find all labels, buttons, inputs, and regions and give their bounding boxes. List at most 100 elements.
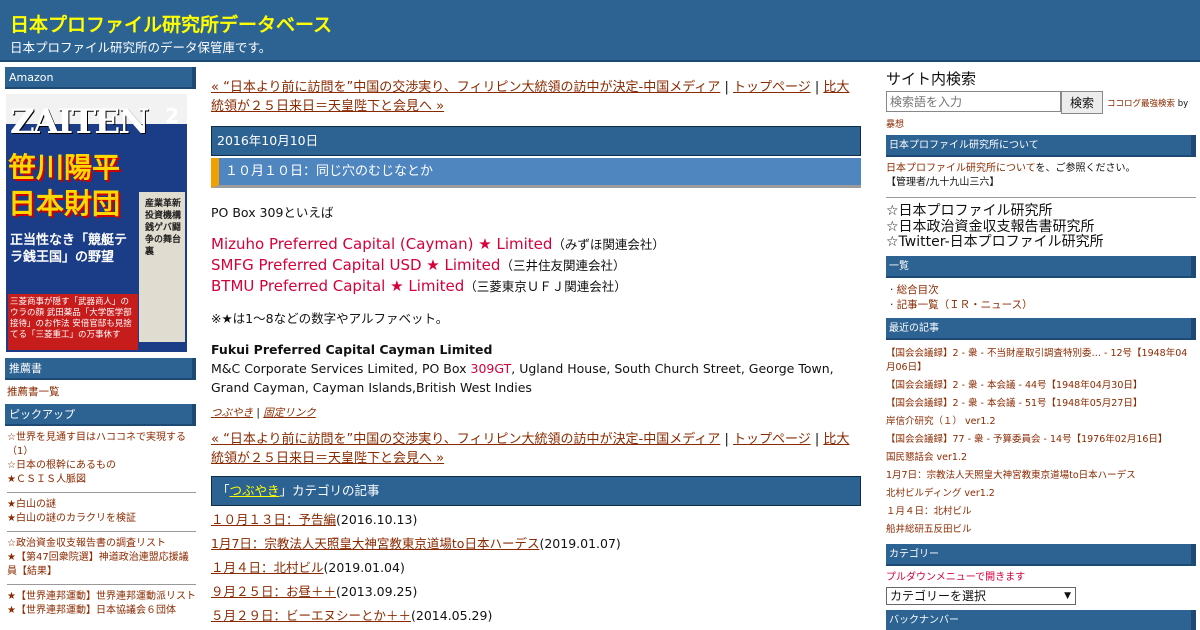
nav-separator: | bbox=[810, 432, 824, 447]
pickup-item: ★【第47回衆院選】神道政治連盟応援議員【結果】 bbox=[7, 551, 196, 579]
entry-title: １０月１０日：同じ穴のむじなとか bbox=[211, 158, 861, 188]
search-button[interactable]: 検索 bbox=[1061, 91, 1103, 114]
category-article-link[interactable]: 1月7日：宗教法人天照皇大神宮教東京道場to日本ハーデス bbox=[211, 536, 539, 551]
nav-separator: | bbox=[720, 432, 733, 447]
category-article-link[interactable]: １月４日：北村ビル bbox=[211, 560, 324, 575]
list-heading: 一覧 bbox=[886, 255, 1196, 278]
magazine-side-text: 産業革新投資機構 銭ゲバ闘争の舞台裏 bbox=[145, 199, 182, 257]
top-page-link[interactable]: トップページ bbox=[733, 80, 811, 95]
bullet: · bbox=[890, 298, 897, 311]
about-text: 日本プロファイル研究所についてを、ご参照ください。 bbox=[886, 162, 1196, 176]
pickup-list: ☆世界を見通す目はハココネで実現する（1） ☆日本の根幹にあるもの ★ＣＳＩＳ人脈図… bbox=[5, 431, 196, 618]
company-line: BTMU Preferred Capital ★ Limited（三菱東京ＵＦＪ… bbox=[211, 276, 861, 297]
recent-article-link[interactable]: 船井総研五反田ビル bbox=[886, 521, 1196, 539]
index-list: · 総合目次 · 記事一覧（ＩＲ・ニュース） bbox=[886, 283, 1196, 313]
category-article-link[interactable]: ５月２９日：ビーエヌシーとか＋＋ bbox=[211, 608, 411, 623]
magazine-cover-image[interactable]: ZAITEN 2 笹川陽平 日本財団 正当性なき「競艇テラ銭王国」の野望 産業革… bbox=[6, 94, 187, 352]
recent-articles: 【国会会議録】2 - 衆 - 不当財産取引調査特別委… - 12号【1948年0… bbox=[886, 345, 1196, 539]
category-article-link[interactable]: ９月２５日：お昼＋＋ bbox=[211, 584, 336, 599]
divider bbox=[7, 584, 196, 585]
recommend-heading: 推薦書 bbox=[5, 358, 196, 380]
top-page-link[interactable]: トップページ bbox=[733, 432, 811, 447]
pickup-link[interactable]: ★【世界連邦運動】世界連邦運動派リスト bbox=[7, 591, 196, 602]
recent-article-link[interactable]: 【国会会議録】2 - 衆 - 本会議 - 44号【1948年04月30日】 bbox=[886, 377, 1196, 395]
company-line-name: BTMU Preferred Capital ★ Limited bbox=[211, 277, 465, 295]
company-address: M&C Corporate Services Limited, PO Box 3… bbox=[211, 359, 861, 397]
recommend-list-link[interactable]: 推薦書一覧 bbox=[7, 385, 196, 399]
main-content: « “日本より前に訪問を”中国の交渉実り、フィリピン大統領の訪中が決定-中国メデ… bbox=[211, 78, 861, 628]
external-link[interactable]: ☆日本政治資金収支報告書研究所 bbox=[886, 219, 1095, 235]
permalink[interactable]: 固定リンク bbox=[263, 407, 316, 419]
backnumber-heading: バックナンバー bbox=[886, 609, 1196, 630]
address-highlight: 309GT bbox=[470, 361, 512, 376]
pickup-item: ★白山の謎のカラクリを検証 bbox=[7, 512, 196, 526]
list-item: １０月１３日：予告編(2016.10.13) bbox=[211, 508, 861, 532]
external-links: ☆日本プロファイル研究所 ☆日本政治資金収支報告書研究所 ☆Twitter-日本プロ… bbox=[886, 203, 1196, 251]
recent-article-link[interactable]: 【国会会議録】77 - 衆 - 予算委員会 - 14号【1976年02月16日】 bbox=[886, 431, 1196, 449]
recent-article-link[interactable]: 【国会会議録】2 - 衆 - 本会議 - 51号【1948年05月27日】 bbox=[886, 395, 1196, 413]
recent-article-link[interactable]: 国民懇話会 ver1.2 bbox=[886, 449, 1196, 467]
site-description: 日本プロファイル研究所のデータ保管庫です。 bbox=[10, 40, 272, 55]
bullet: · bbox=[890, 283, 897, 296]
pickup-link[interactable]: ★【世界連邦運動】日本協議会６団体 bbox=[7, 605, 176, 616]
nav-separator: | bbox=[720, 80, 733, 95]
index-link[interactable]: 記事一覧（ＩＲ・ニュース） bbox=[897, 299, 1033, 311]
search-provider-link[interactable]: ココログ最強検索 bbox=[1107, 99, 1175, 109]
category-select[interactable]: カテゴリーを選択 ▼ bbox=[886, 586, 1076, 605]
external-link-item: ☆日本プロファイル研究所 bbox=[886, 203, 1196, 220]
pickup-link[interactable]: ☆日本の根幹にあるもの bbox=[7, 460, 116, 471]
site-title[interactable]: 日本プロファイル研究所データベース bbox=[10, 10, 332, 37]
category-article-link[interactable]: １０月１３日：予告編 bbox=[211, 512, 336, 527]
external-link-item: ☆日本政治資金収支報告書研究所 bbox=[886, 219, 1196, 236]
category-bar-prefix: 「 bbox=[217, 483, 230, 498]
recent-article-link[interactable]: 【国会会議録】2 - 衆 - 不当財産取引調査特別委… - 12号【1948年0… bbox=[886, 345, 1196, 377]
category-article-date: (2019.01.04) bbox=[323, 560, 405, 575]
company-line: Mizuho Preferred Capital (Cayman) ★ Limi… bbox=[211, 234, 861, 255]
nav-separator: | bbox=[810, 80, 824, 95]
recent-article-link[interactable]: 1月7日：宗教法人天照皇大神宮教東京道場to日本ハーデス bbox=[886, 467, 1196, 485]
search-input[interactable] bbox=[886, 91, 1061, 112]
recent-article-link[interactable]: 北村ビルディング ver1.2 bbox=[886, 485, 1196, 503]
category-bar-suffix: 」カテゴリの記事 bbox=[279, 483, 380, 498]
category-select-value: カテゴリーを選択 bbox=[890, 588, 987, 603]
index-link[interactable]: 総合目次 bbox=[897, 284, 939, 296]
category-article-list: １０月１３日：予告編(2016.10.13) 1月7日：宗教法人天照皇大神宮教東京… bbox=[211, 508, 861, 628]
company-name: Fukui Preferred Capital Cayman Limited bbox=[211, 342, 493, 357]
category-bar-link[interactable]: つぶやき bbox=[230, 483, 280, 498]
divider bbox=[886, 197, 1196, 198]
search-form: 検索 ココログ最強検索 by bbox=[886, 91, 1196, 115]
entry-category-link[interactable]: つぶやき bbox=[211, 407, 253, 419]
pickup-link[interactable]: ★白山の謎のカラクリを検証 bbox=[7, 513, 136, 524]
external-link[interactable]: ☆Twitter-日本プロファイル研究所 bbox=[886, 234, 1104, 250]
pickup-link[interactable]: ☆世界を見通す目はハココネで実現する（1） bbox=[7, 432, 186, 457]
company-line-note: （三菱東京ＵＦＪ関連会社） bbox=[464, 279, 627, 294]
prev-entry-link[interactable]: « “日本より前に訪問を”中国の交渉実り、フィリピン大統領の訪中が決定-中国メデ… bbox=[211, 80, 720, 95]
category-article-date: (2014.05.29) bbox=[411, 608, 493, 623]
prev-entry-link[interactable]: « “日本より前に訪問を”中国の交渉実り、フィリピン大統領の訪中が決定-中国メデ… bbox=[211, 432, 720, 447]
about-link[interactable]: 日本プロファイル研究所について bbox=[886, 163, 1036, 174]
search-by: by bbox=[1175, 99, 1189, 109]
category-note: プルダウンメニューで開きます bbox=[886, 571, 1026, 583]
category-heading: カテゴリー bbox=[886, 543, 1196, 566]
recent-article-link[interactable]: 岸信介研究（１） ver1.2 bbox=[886, 413, 1196, 431]
search-author[interactable]: 暴想 bbox=[886, 117, 1196, 130]
pickup-item: ★ＣＳＩＳ人脈図 bbox=[7, 473, 196, 487]
external-link[interactable]: ☆日本プロファイル研究所 bbox=[886, 203, 1053, 219]
list-item: ９月２５日：お昼＋＋(2013.09.25) bbox=[211, 580, 861, 604]
amazon-heading: Amazon bbox=[5, 67, 196, 89]
company-line-name: Mizuho Preferred Capital (Cayman) ★ Limi… bbox=[211, 235, 553, 253]
pickup-link[interactable]: ★【第47回衆院選】神道政治連盟応援議員【結果】 bbox=[7, 552, 189, 577]
pickup-link[interactable]: ☆政治資金収支報告書の調査リスト bbox=[7, 538, 166, 549]
chevron-down-icon: ▼ bbox=[1064, 590, 1071, 601]
index-item: · 記事一覧（ＩＲ・ニュース） bbox=[886, 298, 1196, 313]
search-provider: ココログ最強検索 by bbox=[1107, 97, 1188, 109]
category-article-date: (2016.10.13) bbox=[336, 512, 418, 527]
pickup-link[interactable]: ★白山の謎 bbox=[7, 499, 56, 510]
entry-nav-top: « “日本より前に訪問を”中国の交渉実り、フィリピン大統領の訪中が決定-中国メデ… bbox=[211, 78, 861, 116]
recent-article-link[interactable]: １月４日：北村ビル bbox=[886, 503, 1196, 521]
address-prefix: M&C Corporate Services Limited, PO Box bbox=[211, 361, 471, 376]
pickup-link[interactable]: ★ＣＳＩＳ人脈図 bbox=[7, 474, 86, 485]
company-list: Mizuho Preferred Capital (Cayman) ★ Limi… bbox=[211, 234, 861, 297]
magazine-bottom-text: 三菱商事が隠す「武器商人」のウラの顔 武田薬品「大学医学部接待」のお作法 安倍官… bbox=[10, 297, 132, 340]
pickup-item: ☆世界を見通す目はハココネで実現する（1） bbox=[7, 431, 196, 459]
